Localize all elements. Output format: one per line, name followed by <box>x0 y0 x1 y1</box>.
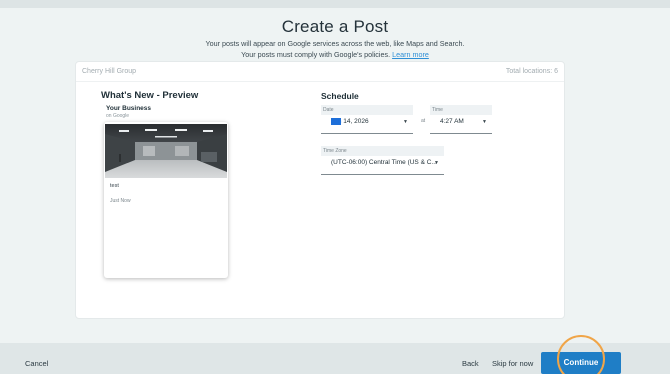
schedule-title: Schedule <box>321 91 359 101</box>
post-image <box>105 124 227 178</box>
post-editor-card: Cherry Hill Group Total locations: 6 Wha… <box>75 61 565 319</box>
on-google-label: on Google <box>106 113 130 119</box>
timezone-value: (UTC-06:00) Central Time (US & C... <box>331 159 437 166</box>
post-preview-card: test Just Now <box>104 122 228 278</box>
post-text: test <box>110 183 119 189</box>
subtitle-line-1: Your posts will appear on Google service… <box>205 39 465 48</box>
chevron-down-icon: ▼ <box>403 119 408 125</box>
subtitle-line-2: Your posts must comply with Google's pol… <box>0 50 670 59</box>
continue-button[interactable]: Continue <box>541 352 621 374</box>
subtitle-policy-text: Your posts must comply with Google's pol… <box>241 50 391 59</box>
card-header: Cherry Hill Group Total locations: 6 <box>76 62 564 82</box>
date-picker[interactable]: Jun 14, 2026 ▼ <box>321 114 413 134</box>
date-rest: 14, 2026 <box>341 118 369 125</box>
timezone-select[interactable]: (UTC-06:00) Central Time (US & C... ▼ <box>321 155 444 175</box>
business-name: Your Business <box>106 105 152 112</box>
chevron-down-icon: ▼ <box>434 160 439 166</box>
at-label: at <box>421 118 426 124</box>
page-title: Create a Post <box>281 17 389 36</box>
back-button[interactable]: Back <box>462 359 479 368</box>
learn-more-link[interactable]: Learn more <box>392 50 429 59</box>
post-timestamp: Just Now <box>110 198 131 204</box>
time-picker[interactable]: 4:27 AM ▼ <box>430 114 492 134</box>
group-name: Cherry Hill Group <box>82 68 137 75</box>
chevron-down-icon: ▼ <box>482 119 487 125</box>
skip-button[interactable]: Skip for now <box>492 359 533 368</box>
time-value: 4:27 AM <box>440 118 464 125</box>
total-locations: Total locations: 6 <box>505 68 558 75</box>
date-month-highlight: Jun <box>331 118 342 125</box>
top-strip <box>0 0 670 8</box>
cancel-button[interactable]: Cancel <box>25 359 48 368</box>
footer-bar: Cancel Back Skip for now Continue <box>0 343 670 374</box>
date-value: Jun 14, 2026 <box>331 118 369 125</box>
preview-title: What's New - Preview <box>101 90 199 101</box>
